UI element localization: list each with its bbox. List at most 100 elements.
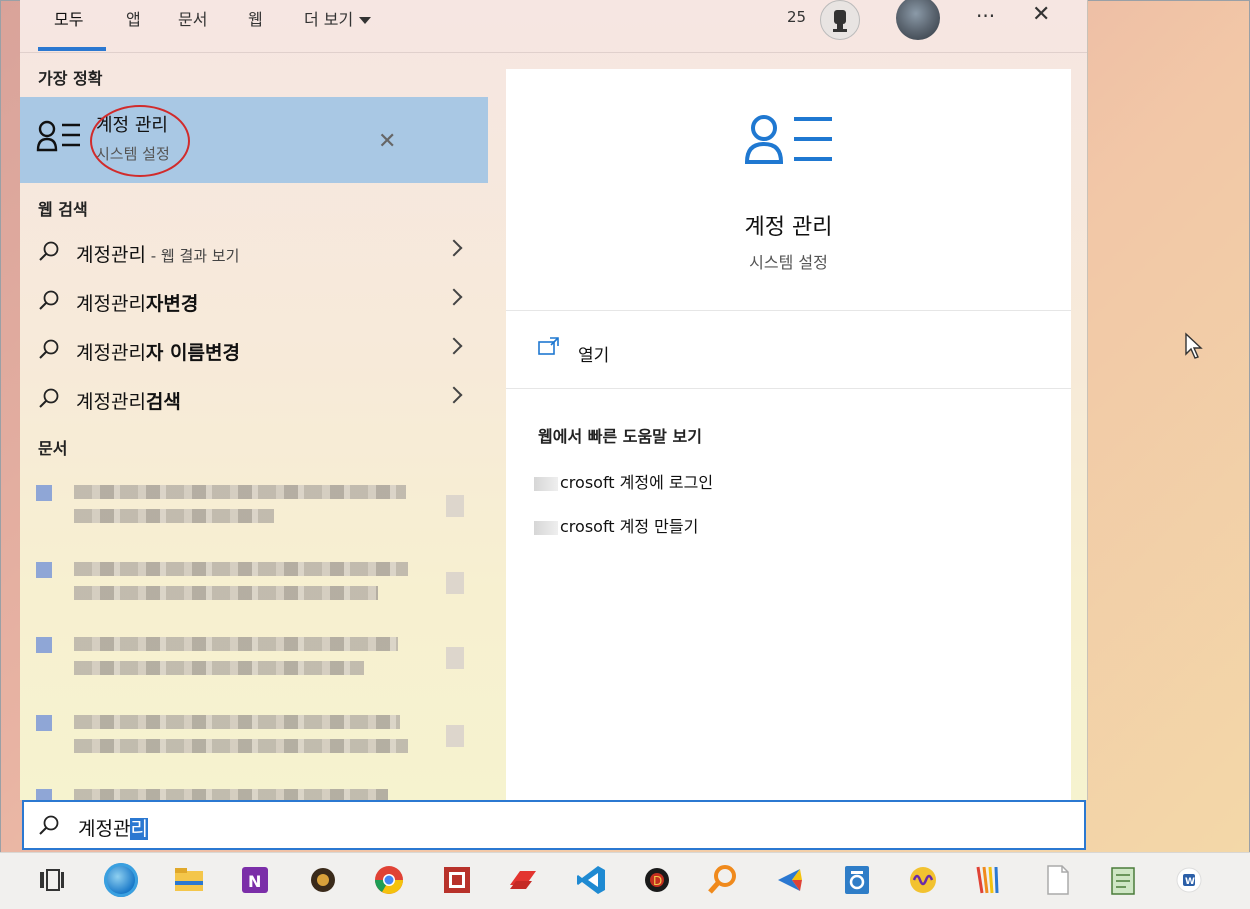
chevron-right-icon [446, 495, 464, 517]
document-icon [36, 485, 52, 501]
magnifier-icon[interactable] [706, 863, 740, 897]
account-settings-icon [744, 115, 832, 164]
word-icon[interactable]: W [1172, 863, 1206, 897]
svg-text:D: D [653, 874, 662, 888]
web-suggestion-row[interactable]: 계정관리검색 [20, 376, 488, 420]
redacted-mask [534, 476, 558, 491]
highlight-ring [90, 105, 190, 177]
suggestion-text: 계정관리자변경 [76, 289, 198, 316]
tab-documents[interactable]: 문서 [178, 6, 207, 30]
preview-subtitle: 시스템 설정 [749, 253, 828, 272]
search-typed-text: 계정관 [78, 818, 131, 840]
document-result-row[interactable] [34, 558, 474, 618]
audio-icon[interactable] [906, 863, 940, 897]
suggestion-text: 계정관리검색 [76, 387, 181, 414]
search-query: 계정관리 [78, 814, 148, 841]
document-result-row[interactable] [34, 481, 474, 541]
results-list: 가장 정확 계정 관리 시스템 설정 ✕ 웹 검색 계정관리 - 웹 결과 보기… [20, 53, 488, 800]
chevron-right-icon [445, 239, 463, 257]
svg-text:W: W [1185, 877, 1195, 887]
help-link-text: crosoft 계정 만들기 [560, 517, 699, 536]
preview-pane: 계정 관리 시스템 설정 열기 웹에서 빠른 도움말 보기 crosoft 계정… [506, 69, 1071, 800]
suggestion-text: 계정관리자 이름변경 [76, 338, 240, 365]
best-match-heading: 가장 정확 [38, 69, 103, 88]
tab-more[interactable]: 더 보기 [304, 6, 372, 30]
preview-hero: 계정 관리 시스템 설정 [506, 69, 1071, 309]
mouse-cursor-icon [1185, 332, 1203, 359]
document-icon [36, 637, 52, 653]
app-icon[interactable] [772, 863, 806, 897]
suggestion-query: 계정관리 [76, 391, 146, 413]
svg-text:N: N [248, 872, 261, 891]
chevron-right-icon [445, 288, 463, 306]
chevron-right-icon [445, 337, 463, 355]
document-result-row[interactable] [34, 633, 474, 693]
file-explorer-icon[interactable] [172, 863, 206, 897]
paint-icon[interactable] [972, 863, 1006, 897]
hwp-icon[interactable] [840, 863, 874, 897]
rewards-trophy-icon[interactable] [820, 0, 860, 40]
web-suggestion-row[interactable]: 계정관리 - 웹 결과 보기 [20, 229, 488, 273]
blurred-text [74, 789, 388, 800]
search-panel: 모두 앱 문서 웹 더 보기 25 ··· ✕ 가장 정확 계정 관리 시스템 … [20, 0, 1088, 800]
best-match-item[interactable]: 계정 관리 시스템 설정 ✕ [20, 97, 488, 183]
web-search-heading: 웹 검색 [38, 200, 88, 219]
blurred-text [74, 485, 406, 499]
search-icon [39, 815, 59, 835]
web-suggestion-row[interactable]: 계정관리자 이름변경 [20, 327, 488, 371]
suggestion-text: 계정관리 - 웹 결과 보기 [76, 240, 239, 267]
rewards-points: 25 [787, 8, 807, 26]
web-suggestion-row[interactable]: 계정관리자변경 [20, 278, 488, 322]
search-tab-bar: 모두 앱 문서 웹 더 보기 25 ··· ✕ [20, 0, 1087, 53]
diablo-launcher-icon[interactable]: D [640, 863, 674, 897]
diablo-icon[interactable] [306, 863, 340, 897]
divider [506, 310, 1071, 311]
close-icon[interactable]: ✕ [1032, 2, 1050, 27]
open-window-icon [538, 337, 559, 355]
quick-help-heading: 웹에서 빠른 도움말 보기 [538, 427, 702, 446]
search-icon [39, 241, 59, 261]
help-link[interactable]: crosoft 계정 만들기 [534, 513, 698, 537]
document-result-row[interactable] [34, 711, 474, 771]
document-icon [36, 789, 52, 800]
account-settings-icon [36, 120, 80, 152]
search-input[interactable]: 계정관리 [22, 800, 1086, 850]
chevron-right-icon [445, 386, 463, 404]
suggestion-bold-suffix: 자변경 [145, 293, 199, 315]
task-view-icon[interactable] [34, 863, 68, 897]
blurred-text [74, 509, 274, 523]
screenshot-icon[interactable] [440, 863, 474, 897]
suggestion-query: 계정관리 [76, 293, 146, 315]
help-link[interactable]: crosoft 계정에 로그인 [534, 469, 713, 493]
suggestion-query: 계정관리 [76, 244, 146, 266]
blurred-text [74, 562, 408, 576]
suggestion-query: 계정관리 [76, 342, 146, 364]
redacted-mask [534, 520, 558, 535]
document-icon [36, 715, 52, 731]
user-avatar[interactable] [896, 0, 940, 40]
search-icon [39, 290, 59, 310]
vscode-icon[interactable] [574, 863, 608, 897]
chrome-icon[interactable] [372, 863, 406, 897]
open-action[interactable]: 열기 [506, 319, 1071, 385]
tab-web[interactable]: 웹 [248, 6, 263, 30]
tab-apps[interactable]: 앱 [126, 6, 141, 30]
notepad-icon[interactable] [1106, 863, 1140, 897]
tab-all[interactable]: 모두 [54, 6, 83, 30]
edge-icon[interactable] [104, 863, 138, 897]
anydesk-icon[interactable] [506, 863, 540, 897]
search-selected-text: 리 [130, 818, 148, 840]
blurred-text [74, 715, 400, 729]
caret-down-icon [359, 17, 372, 24]
remove-result-icon[interactable]: ✕ [378, 131, 396, 153]
document-result-row[interactable] [34, 785, 474, 800]
chevron-right-icon [446, 725, 464, 747]
onenote-icon[interactable]: N [238, 863, 272, 897]
search-icon [39, 388, 59, 408]
blurred-text [74, 637, 398, 651]
documents-heading: 문서 [38, 439, 68, 458]
more-options-icon[interactable]: ··· [976, 4, 995, 28]
preview-title: 계정 관리 [744, 215, 833, 240]
suggestion-bold-suffix: 자 이름변경 [145, 342, 240, 364]
document-icon[interactable] [1040, 863, 1074, 897]
